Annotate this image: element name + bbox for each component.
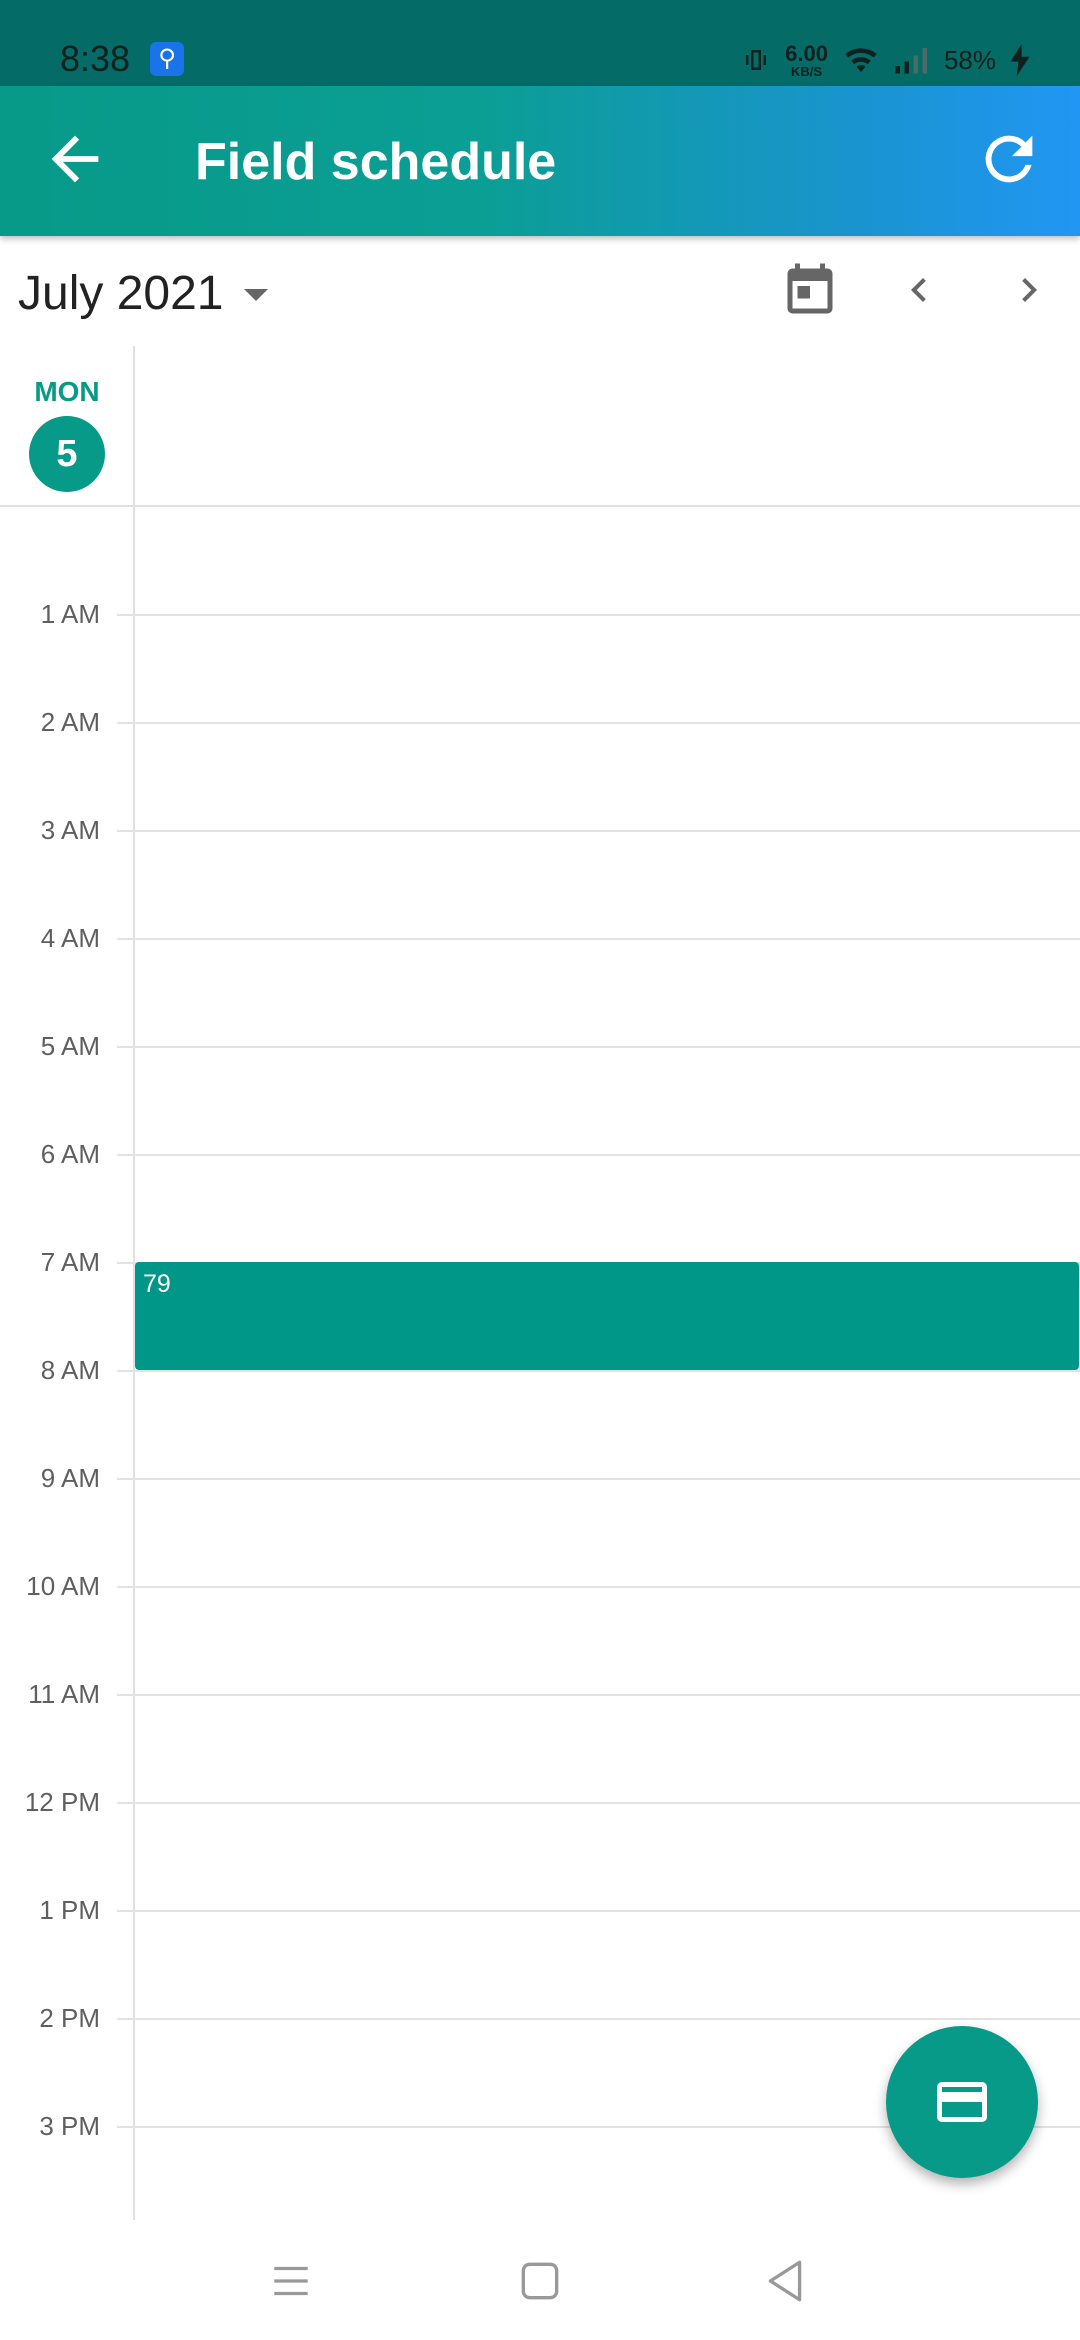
signal-icon <box>895 48 927 74</box>
home-icon <box>521 2262 559 2300</box>
system-nav-bar <box>0 2220 1080 2340</box>
status-bar: 8:38 ⚲ 6.00 KB/S 58% <box>0 0 1080 86</box>
back-button[interactable] <box>40 124 110 194</box>
refresh-button[interactable] <box>974 124 1044 194</box>
dropdown-caret-icon[interactable] <box>244 288 268 302</box>
calendar-toolbar: July 2021 <box>0 236 1080 346</box>
charging-icon <box>1010 44 1030 76</box>
refresh-icon <box>985 135 1033 183</box>
hour-gridline <box>117 1046 1080 1048</box>
hour-gridline <box>117 1910 1080 1912</box>
hour-label: 6 AM <box>40 1139 100 1169</box>
month-selector[interactable]: July 2021 <box>18 266 223 321</box>
next-day-button[interactable] <box>1005 266 1053 314</box>
chevron-right-icon <box>1022 278 1037 302</box>
recents-button[interactable] <box>266 2256 316 2306</box>
card-icon <box>937 2082 987 2122</box>
event-block[interactable]: 79 <box>135 1262 1079 1370</box>
hour-label: 4 AM <box>40 923 100 953</box>
hour-gridline <box>117 722 1080 724</box>
hour-gridline <box>117 1154 1080 1156</box>
app-bar: Field schedule <box>0 86 1080 236</box>
hour-gridline <box>117 1694 1080 1696</box>
status-icons: 6.00 KB/S 58% <box>741 40 1030 80</box>
hour-gridline <box>117 1478 1080 1480</box>
hour-gridline <box>117 2018 1080 2020</box>
home-button[interactable] <box>515 2256 565 2306</box>
recents-icon <box>274 2266 308 2296</box>
date-badge: 5 <box>29 416 105 492</box>
header-divider <box>0 505 1080 507</box>
back-nav-icon <box>768 2260 802 2302</box>
day-header[interactable]: MON 5 <box>0 346 134 506</box>
chevron-left-icon <box>911 278 926 302</box>
event-title: 79 <box>143 1270 171 1298</box>
hour-label: 11 AM <box>28 1679 100 1709</box>
calendar-today-icon <box>787 263 833 314</box>
hour-label: 7 AM <box>40 1247 100 1277</box>
status-time: 8:38 <box>60 38 131 79</box>
net-speed: 6.00 KB/S <box>785 40 828 79</box>
hour-label: 1 PM <box>39 1895 100 1925</box>
usb-debug-icon: ⚲ <box>150 42 184 76</box>
weekday-label: MON <box>34 376 100 407</box>
previous-day-button[interactable] <box>895 266 943 314</box>
arrow-back-icon <box>51 135 99 183</box>
hour-gridline <box>117 614 1080 616</box>
hour-label: 12 PM <box>24 1787 100 1817</box>
today-button[interactable] <box>780 260 840 322</box>
hour-gridline <box>117 830 1080 832</box>
hour-label: 3 PM <box>39 2111 100 2141</box>
hour-gridline <box>117 1586 1080 1588</box>
hour-label: 5 AM <box>40 1031 100 1061</box>
vibrate-icon <box>746 50 767 70</box>
hour-label: 8 AM <box>40 1355 100 1385</box>
hour-label: 2 AM <box>40 707 100 737</box>
net-speed-unit: KB/S <box>791 63 823 79</box>
hour-label: 10 AM <box>26 1571 100 1601</box>
hour-label: 9 AM <box>40 1463 100 1493</box>
hour-gridline <box>117 1370 1080 1372</box>
page-title: Field schedule <box>195 133 557 191</box>
hour-gridline <box>117 1802 1080 1804</box>
hour-label: 3 AM <box>40 815 100 845</box>
wifi-icon <box>845 48 877 72</box>
hour-label: 1 AM <box>40 599 100 629</box>
hour-label: 2 PM <box>39 2003 100 2033</box>
battery-percent: 58% <box>943 44 996 75</box>
fab-button[interactable] <box>886 2026 1038 2178</box>
hour-gridline <box>117 938 1080 940</box>
net-speed-value: 6.00 <box>785 40 828 66</box>
back-nav-button[interactable] <box>760 2256 810 2306</box>
